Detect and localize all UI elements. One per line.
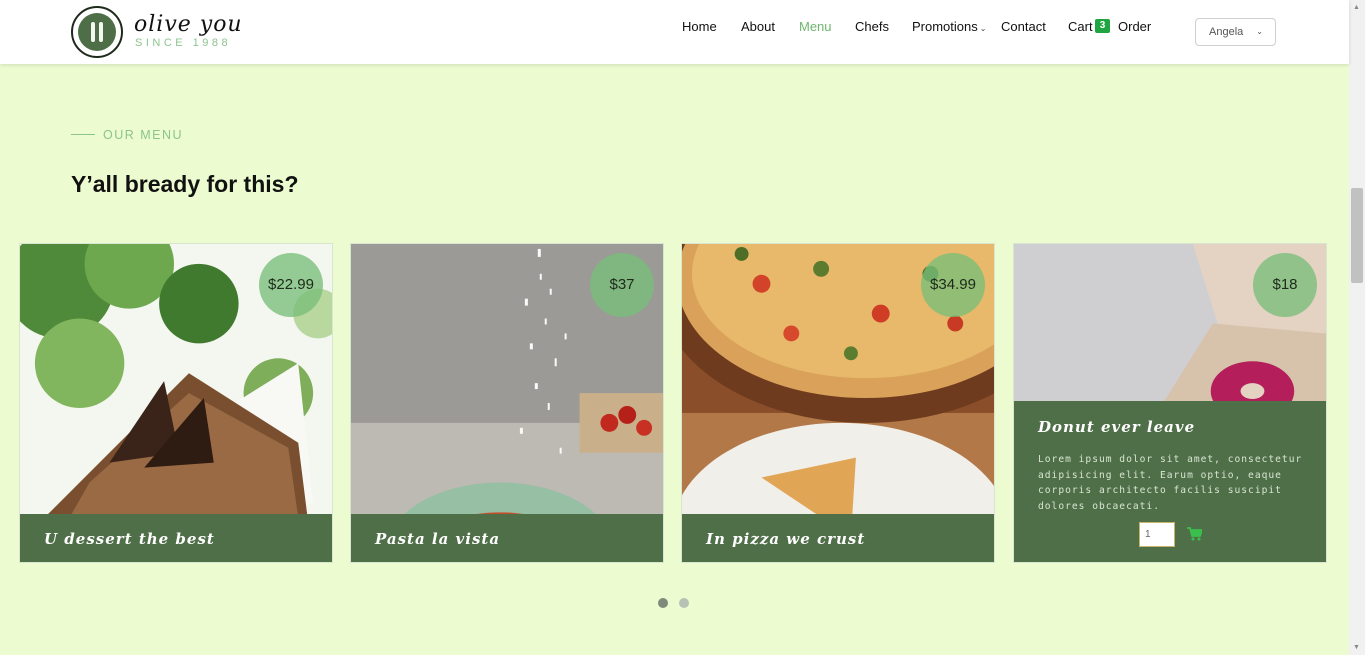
quantity-input[interactable] (1139, 522, 1175, 547)
section-title: Y’all bready for this? (71, 171, 299, 197)
logo-subtitle: SINCE 1988 (135, 37, 232, 49)
price-badge: $22.99 (259, 253, 323, 317)
nav-cart[interactable]: Cart (1068, 19, 1093, 34)
price-badge: $34.99 (921, 253, 985, 317)
menu-card-donut[interactable]: $18 Donut ever leave Lorem ipsum dolor s… (1013, 243, 1327, 563)
carousel-dot-2[interactable] (679, 598, 689, 608)
nav-about[interactable]: About (741, 19, 775, 34)
nav-menu[interactable]: Menu (799, 19, 832, 34)
logo-icon[interactable] (71, 6, 123, 58)
cart-count-badge: 3 (1095, 19, 1110, 33)
menu-card-pasta[interactable]: $37 Pasta la vista (350, 243, 664, 563)
scrollbar-thumb[interactable] (1351, 188, 1363, 283)
page-scrollbar[interactable]: ▲ ▼ (1349, 0, 1365, 655)
scroll-up-arrow-icon[interactable]: ▲ (1353, 4, 1360, 11)
section-eyebrow: OUR MENU (103, 128, 184, 142)
user-name: Angela (1209, 26, 1244, 38)
chevron-down-icon: ⌄ (1256, 27, 1263, 36)
card-caption: Pasta la vista (351, 514, 663, 562)
card-title[interactable]: In pizza we crust (706, 530, 865, 548)
nav-promotions-label: Promotions (912, 19, 978, 34)
nav-order[interactable]: Order (1118, 19, 1151, 34)
menu-card-dessert[interactable]: $22.99 U dessert the best (19, 243, 333, 563)
menu-card-pizza[interactable]: $34.99 In pizza we crust (681, 243, 995, 563)
carousel-dot-1[interactable] (658, 598, 668, 608)
card-caption-expanded: Donut ever leave Lorem ipsum dolor sit a… (1014, 401, 1326, 562)
eyebrow-divider (71, 134, 95, 135)
logo-title[interactable]: olive you (134, 12, 243, 37)
scroll-down-arrow-icon[interactable]: ▼ (1353, 644, 1360, 651)
price-badge: $18 (1253, 253, 1317, 317)
price-badge: $37 (590, 253, 654, 317)
shopping-cart-icon[interactable] (1187, 527, 1202, 541)
card-caption: In pizza we crust (682, 514, 994, 562)
nav-contact[interactable]: Contact (1001, 19, 1046, 34)
nav-chefs[interactable]: Chefs (855, 19, 889, 34)
nav-home[interactable]: Home (682, 19, 717, 34)
card-title[interactable]: Donut ever leave (1038, 418, 1195, 436)
user-dropdown[interactable]: Angela ⌄ (1195, 18, 1276, 46)
card-caption: U dessert the best (20, 514, 332, 562)
nav-promotions[interactable]: Promotions ⌄ (912, 19, 986, 34)
card-title[interactable]: Pasta la vista (375, 530, 500, 548)
card-description: Lorem ipsum dolor sit amet, consectetur … (1038, 454, 1303, 512)
card-title[interactable]: U dessert the best (44, 530, 215, 548)
site-header: olive you SINCE 1988 Home About Menu Che… (0, 0, 1349, 64)
chevron-down-icon: ⌄ (979, 24, 987, 33)
